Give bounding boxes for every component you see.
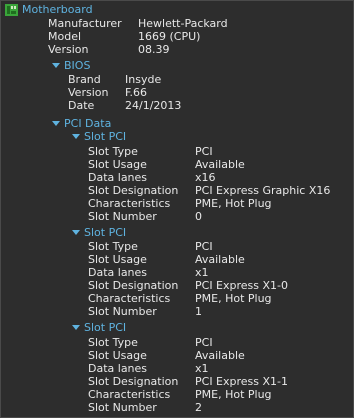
field-key: Slot Number xyxy=(88,401,157,414)
field-value: 2 xyxy=(195,401,202,414)
field-value: PCI Express Graphic X16 xyxy=(195,184,331,197)
field-value: F.66 xyxy=(125,86,148,99)
slot-pci-title[interactable]: Slot PCI xyxy=(84,226,126,239)
field-key: Slot Type xyxy=(88,240,138,253)
field-key: Slot Type xyxy=(88,336,138,349)
field-value: Available xyxy=(195,158,245,171)
collapse-arrow-icon[interactable] xyxy=(72,230,80,235)
slot-pci-title[interactable]: Slot PCI xyxy=(84,130,126,143)
field-value: PME, Hot Plug xyxy=(195,388,272,401)
field-key: Data lanes xyxy=(88,266,148,279)
field-key: Characteristics xyxy=(88,388,171,401)
motherboard-icon xyxy=(5,4,18,16)
field-key: Slot Designation xyxy=(88,184,179,197)
field-key: Date xyxy=(68,99,95,112)
field-value: 24/1/2013 xyxy=(125,99,182,112)
field-key: Slot Number xyxy=(88,210,157,223)
field-value: x16 xyxy=(195,171,216,184)
field-value: PCI xyxy=(195,240,213,253)
field-value: 0 xyxy=(195,210,202,223)
field-key: Slot Usage xyxy=(88,253,147,266)
field-key: Characteristics xyxy=(88,292,171,305)
field-value: 08.39 xyxy=(138,43,170,56)
field-key: Model xyxy=(48,30,82,43)
field-key: Slot Usage xyxy=(88,158,147,171)
pci-data-title[interactable]: PCI Data xyxy=(64,117,111,130)
field-value: PCI Express X1-1 xyxy=(195,375,289,388)
field-value: PCI Express X1-0 xyxy=(195,279,289,292)
field-value: x1 xyxy=(195,362,209,375)
field-key: Manufacturer xyxy=(48,17,122,30)
field-value: Available xyxy=(195,349,245,362)
slot-pci-title[interactable]: Slot PCI xyxy=(84,321,126,334)
field-key: Slot Designation xyxy=(88,375,179,388)
field-key: Data lanes xyxy=(88,362,148,375)
field-value: PME, Hot Plug xyxy=(195,292,272,305)
field-value: PME, Hot Plug xyxy=(195,197,272,210)
field-value: PCI xyxy=(195,145,213,158)
field-key: Slot Number xyxy=(88,305,157,318)
field-key: Slot Designation xyxy=(88,279,179,292)
field-value: Hewlett-Packard xyxy=(138,17,228,30)
field-value: Insyde xyxy=(125,73,162,86)
field-key: Slot Type xyxy=(88,145,138,158)
field-value: x1 xyxy=(195,266,209,279)
field-key: Version xyxy=(48,43,89,56)
field-key: Brand xyxy=(68,73,101,86)
motherboard-title[interactable]: Motherboard xyxy=(22,3,93,16)
collapse-arrow-icon[interactable] xyxy=(52,63,60,68)
collapse-arrow-icon[interactable] xyxy=(72,134,80,139)
field-value: 1669 (CPU) xyxy=(138,30,201,43)
field-value: Available xyxy=(195,253,245,266)
bios-title[interactable]: BIOS xyxy=(64,59,90,72)
collapse-arrow-icon[interactable] xyxy=(52,121,60,126)
collapse-arrow-icon[interactable] xyxy=(72,325,80,330)
field-value: PCI xyxy=(195,336,213,349)
field-key: Characteristics xyxy=(88,197,171,210)
field-key: Slot Usage xyxy=(88,349,147,362)
field-key: Data lanes xyxy=(88,171,148,184)
field-key: Version xyxy=(68,86,109,99)
field-value: 1 xyxy=(195,305,202,318)
